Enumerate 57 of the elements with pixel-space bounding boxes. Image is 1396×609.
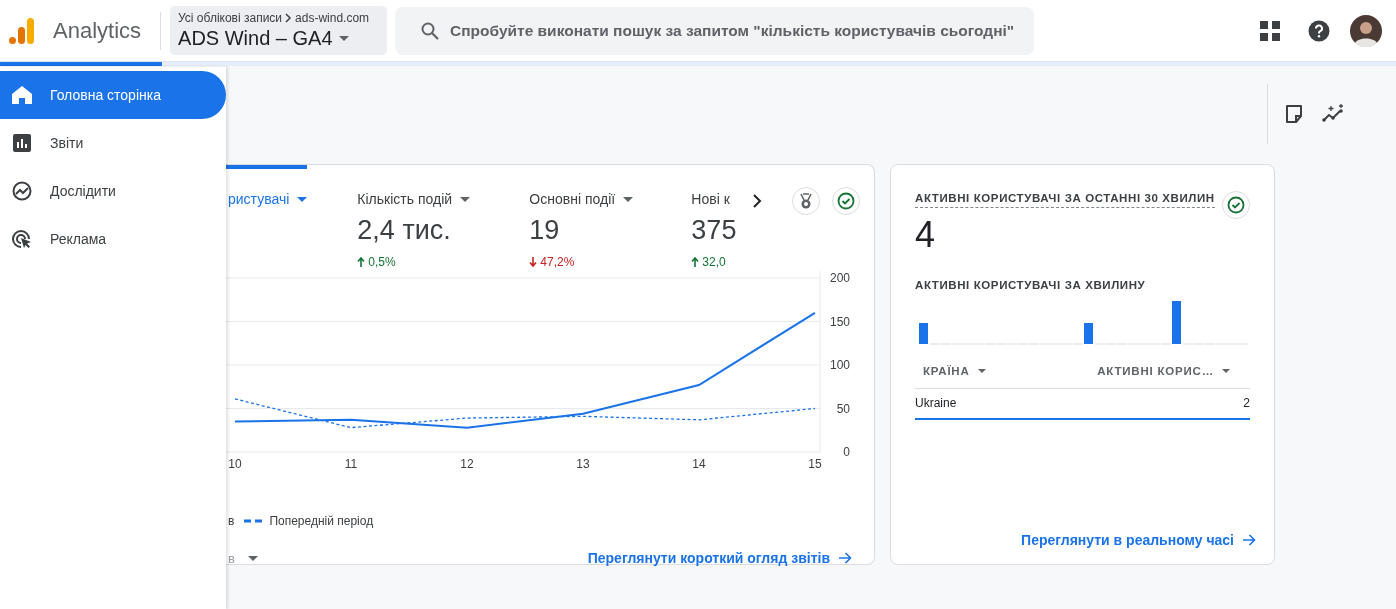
y-axis-label: 150: [829, 314, 850, 329]
check-circle-icon[interactable]: [1222, 191, 1250, 219]
y-axis-label: 200: [829, 271, 850, 285]
dashed-line-swatch: [244, 519, 264, 523]
caret-icon: [977, 369, 986, 373]
sidebar-item[interactable]: Головна сторінка: [0, 71, 226, 119]
y-axis-label: 100: [829, 358, 850, 372]
table-cell: Ukraine: [915, 396, 957, 410]
caret-icon: [460, 196, 471, 202]
search-field[interactable]: Спробуйте виконати пошук за запитом "кількість користувачів сьогодні": [395, 6, 1035, 55]
bar-chart-icon: [13, 134, 31, 152]
arrow-right-icon: [839, 552, 852, 564]
note-icon[interactable]: [1284, 104, 1304, 124]
y-axis-label: 50: [836, 401, 850, 416]
realtime-link[interactable]: Переглянути в реальному часі: [915, 532, 1256, 548]
x-axis-label: 14: [692, 457, 706, 471]
metric-tab[interactable]: Кількість подій 2,4 тис. 0,5%: [357, 165, 530, 271]
x-axis-label: 15: [808, 457, 822, 471]
caret-icon: [1222, 369, 1230, 373]
avatar[interactable]: [1350, 14, 1382, 47]
column-header[interactable]: АКТИВНІ КОРИС…: [1097, 365, 1230, 377]
sidebar-item[interactable]: Дослідити: [0, 167, 226, 215]
chart-title: АКТИВНІ КОРИСТУВАЧІ ЗА ХВИЛИНУ: [915, 279, 1147, 291]
x-axis-label: 12: [460, 457, 474, 471]
account-picker[interactable]: Усі облікові записи ads-wind.com ADS Wind – GA4: [170, 6, 388, 55]
caret-icon: [247, 555, 258, 561]
logo-icon[interactable]: [8, 16, 36, 45]
sparkle-trend-icon[interactable]: [1322, 104, 1346, 124]
x-axis-label: 10: [228, 457, 242, 471]
legend-label: Попередній період: [269, 514, 374, 528]
y-axis-label: 0: [843, 445, 850, 459]
check-circle-icon[interactable]: [832, 187, 861, 215]
apps-grid-icon[interactable]: [1260, 20, 1280, 41]
metric-tab[interactable]: Основні події 19 47,2%: [529, 165, 692, 271]
card-title: АКТИВНІ КОРИСТУВАЧІ ЗА ОСТАННІ 30 ХВИЛИН: [915, 192, 1215, 208]
trend-circle-icon: [12, 181, 32, 201]
x-axis-label: 13: [576, 457, 590, 471]
sidebar-item[interactable]: Звіти: [0, 119, 226, 167]
sidebar-item[interactable]: Реклама: [0, 215, 226, 263]
active-users-count: 4: [915, 215, 937, 255]
arrow-right-icon: [1243, 534, 1256, 546]
caret-icon: [297, 196, 308, 202]
view-reports-link[interactable]: Переглянути короткий огляд звітів: [587, 550, 852, 566]
search-icon: [421, 21, 440, 40]
column-header[interactable]: КРАЇНА: [923, 365, 986, 377]
medal-icon[interactable]: [792, 187, 821, 215]
metric-tab[interactable]: Нові к 375 32,0: [691, 165, 742, 271]
caret-icon: [338, 36, 349, 41]
product-name: Analytics: [53, 17, 142, 44]
cursor-target-icon: [12, 229, 32, 249]
home-icon: [12, 86, 32, 104]
table-cell: 2: [1243, 396, 1250, 410]
x-axis-label: 11: [344, 457, 358, 471]
legend-label: в: [228, 514, 235, 528]
help-icon[interactable]: [1308, 19, 1330, 42]
caret-icon: [623, 196, 634, 202]
chevron-right-icon: [285, 13, 293, 23]
